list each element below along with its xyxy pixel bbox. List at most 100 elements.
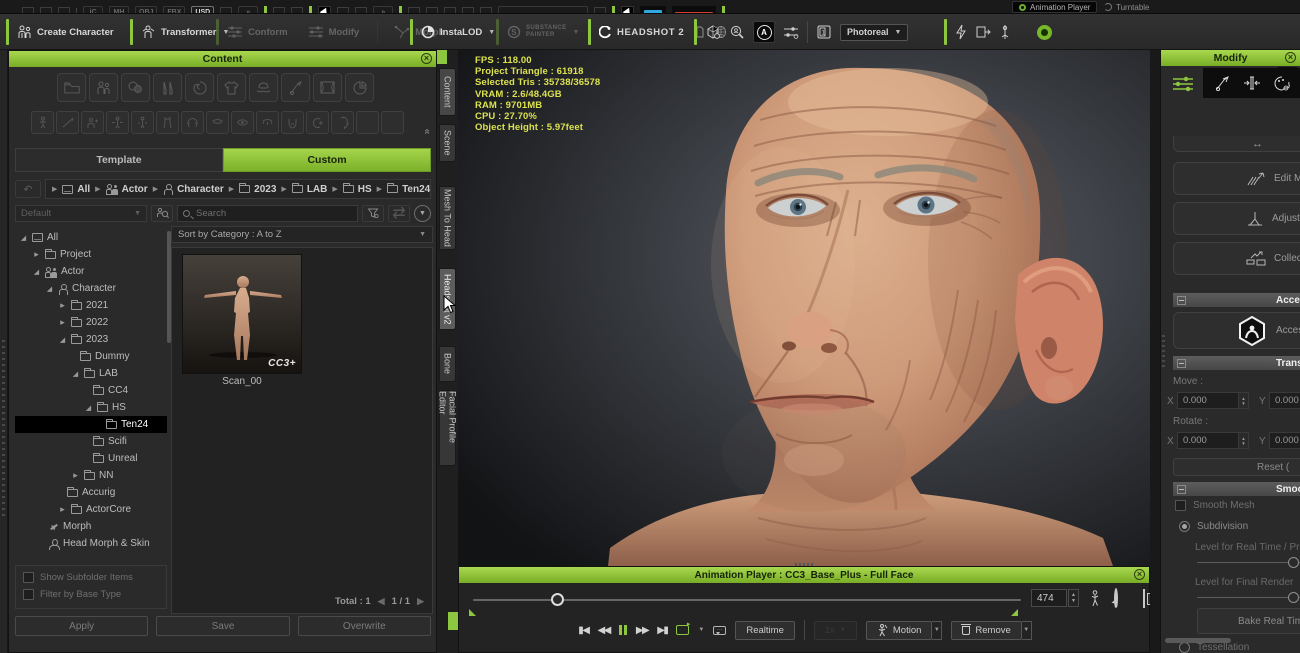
tool-mouth-button[interactable]	[206, 111, 229, 134]
viewport-3d[interactable]: FPS : 118.00 Project Triangle : 61918 Se…	[458, 50, 1150, 566]
apply-button[interactable]: Apply	[15, 616, 148, 636]
tree-item[interactable]: Unreal	[15, 450, 167, 467]
accessory-button[interactable]: Accessory	[1173, 312, 1300, 349]
lightning-icon[interactable]	[955, 24, 967, 40]
tool-eyelash-button[interactable]	[256, 111, 279, 134]
overflow-chevron-icon[interactable]: »	[238, 6, 258, 14]
modify-button[interactable]: Modify	[308, 25, 360, 39]
record-bar-icon[interactable]	[672, 6, 716, 14]
motion-button[interactable]: Motion	[866, 621, 933, 640]
tree-item[interactable]: All	[15, 229, 167, 246]
collect-button[interactable]: Collect	[1173, 242, 1300, 275]
active-blue-tool-icon[interactable]	[640, 6, 666, 14]
tree-item[interactable]: Scifi	[15, 433, 167, 450]
filter-base-type-checkbox[interactable]: Filter by Base Type	[23, 589, 166, 600]
tree-item[interactable]: Dummy	[15, 348, 167, 365]
conform-button[interactable]: Conform	[227, 25, 288, 39]
proportion-icon[interactable]	[1243, 76, 1261, 90]
breadcrumb-item[interactable]: 2023	[239, 184, 276, 195]
tool-profile-button[interactable]	[331, 111, 354, 134]
expander-icon[interactable]	[58, 300, 67, 311]
category-scene-button[interactable]	[313, 73, 342, 102]
turntable-toggle[interactable]: Turntable	[1104, 1, 1150, 13]
expander-icon[interactable]	[58, 317, 67, 328]
smooth-section-header[interactable]: Smooth	[1173, 482, 1300, 496]
realtime-level-slider[interactable]	[1197, 557, 1300, 569]
move-x-field[interactable]: 0.000	[1177, 392, 1239, 409]
rotate-y-field[interactable]: 0.000	[1269, 432, 1300, 449]
subdivision-radio[interactable]: Subdivision	[1179, 521, 1248, 532]
tessellation-radio[interactable]: Tessellation	[1179, 642, 1249, 653]
tree-item[interactable]: 2023	[15, 331, 167, 348]
animation-player-toggle[interactable]: Animation Player	[1012, 1, 1097, 13]
tree-item[interactable]: Head Morph & Skin	[15, 535, 167, 552]
export-icon[interactable]	[220, 7, 232, 14]
tool-morph-button[interactable]	[56, 111, 79, 134]
preset-select[interactable]: Default ▼	[15, 205, 147, 222]
obj-chip[interactable]: OBJ	[135, 6, 157, 14]
close-icon[interactable]: ×	[1285, 52, 1296, 63]
mirror-button-clipped[interactable]: ↔	[1173, 136, 1300, 152]
category-material-button[interactable]	[121, 73, 150, 102]
tree-item-selected[interactable]: Ten24	[15, 416, 167, 433]
auto-setup-toggle[interactable]: A	[753, 21, 775, 43]
tree-item[interactable]: Project	[15, 246, 167, 263]
modify-panel-header[interactable]: Modify ×	[1161, 50, 1300, 66]
tree-item[interactable]: Morph	[15, 518, 167, 535]
avatar-box-icon[interactable]	[408, 7, 420, 14]
rotate-x-field[interactable]: 0.000	[1177, 432, 1239, 449]
file-open-icon[interactable]	[40, 7, 52, 14]
expander-icon[interactable]	[58, 504, 67, 515]
category-makeup-button[interactable]	[153, 73, 182, 102]
zoom-face-icon[interactable]	[729, 24, 745, 40]
timeline-handle[interactable]	[551, 593, 564, 606]
tree-item[interactable]: Accurig	[15, 484, 167, 501]
tab-mesh-to-head[interactable]: Mesh To Head	[439, 186, 456, 250]
mannequin-icon[interactable]	[1089, 590, 1101, 612]
show-subfolder-checkbox[interactable]: Show Subfolder Items	[23, 572, 166, 583]
tree-item[interactable]: ActorCore	[15, 501, 167, 518]
create-character-button[interactable]: Create Character	[17, 25, 114, 40]
frame-spinner[interactable]: ▲▼	[1068, 589, 1079, 607]
rotate-x-spinner[interactable]: ▲▼	[1239, 432, 1249, 449]
page-prev-icon[interactable]: ◀	[378, 596, 385, 607]
tree-item[interactable]: LAB	[15, 365, 167, 382]
modify-hscrollbar[interactable]	[1165, 638, 1231, 643]
expander-icon[interactable]	[32, 249, 41, 260]
headshot2-button[interactable]: HEADSHOT 2	[599, 26, 684, 39]
collapse-icon[interactable]	[1177, 485, 1186, 494]
sort-select[interactable]: Sort by Category : A to Z ▼	[171, 226, 433, 243]
expander-icon[interactable]	[71, 470, 80, 481]
spread-tool-icon[interactable]	[594, 7, 606, 14]
fbx-chip[interactable]: FBX	[163, 6, 185, 14]
bake-realtime-button[interactable]: Bake Real Time	[1197, 608, 1300, 634]
tree-item[interactable]: 2021	[15, 297, 167, 314]
export-motion-icon[interactable]	[975, 25, 991, 39]
tool-empty-slot[interactable]	[356, 111, 379, 134]
search-avatar-button[interactable]	[151, 205, 173, 222]
usd-chip[interactable]: USD	[191, 6, 214, 14]
swap-view-button[interactable]: ⇄	[388, 205, 410, 222]
edit-mesh-button[interactable]: Edit Mesh	[1173, 162, 1300, 195]
tab-custom[interactable]: Custom	[223, 148, 431, 172]
instalod-button[interactable]: InstaLOD ▼	[421, 25, 495, 39]
timeline[interactable]	[473, 593, 1021, 607]
live-link-button[interactable]	[1037, 25, 1052, 40]
import-chip-2[interactable]: MH	[109, 6, 129, 14]
animation-player-header[interactable]: Animation Player : CC3_Base_Plus - Full …	[459, 567, 1149, 583]
tab-template[interactable]: Template	[15, 148, 223, 172]
scene-panel-icon[interactable]: 1	[816, 24, 832, 40]
rotate-tool-icon[interactable]	[355, 7, 367, 14]
expander-icon[interactable]	[71, 370, 80, 378]
tree-item[interactable]: 2022	[15, 314, 167, 331]
category-props-button[interactable]	[345, 73, 374, 102]
render-mode-select[interactable]: Photoreal ▼	[840, 24, 908, 41]
category-avatar-button[interactable]	[89, 73, 118, 102]
tab-scene[interactable]: Scene	[439, 124, 456, 162]
overwrite-button[interactable]: Overwrite	[298, 616, 431, 636]
accessory-section-header[interactable]: Accessory	[1173, 293, 1300, 307]
tool-legs-button[interactable]	[156, 111, 179, 134]
panel-grip[interactable]	[1162, 335, 1165, 369]
breadcrumb-item[interactable]: All	[62, 184, 90, 195]
import-tray-icon[interactable]	[462, 7, 474, 14]
